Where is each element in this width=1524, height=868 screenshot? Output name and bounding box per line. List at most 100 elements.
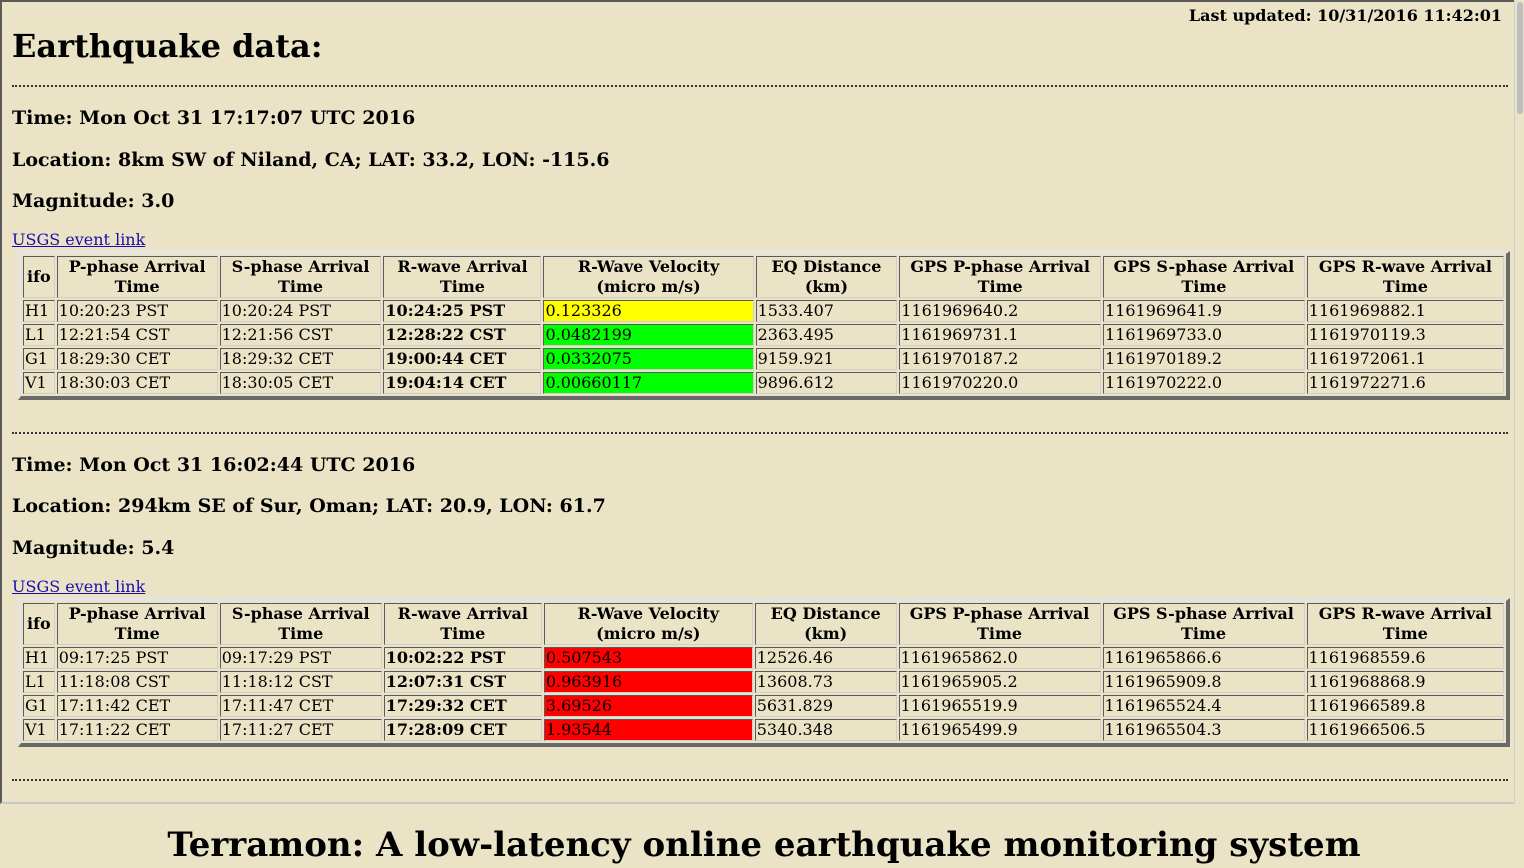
p-phase-cell: 18:29:30 CET [56,348,218,370]
gps-s-phase-cell: 1161965866.6 [1102,647,1305,669]
p-phase-cell: 17:11:42 CET [56,695,218,717]
r-wave-cell: 19:04:14 CET [383,372,542,394]
ifo-cell: H1 [23,300,55,322]
gps-r-wave-cell: 1161968559.6 [1306,647,1504,669]
gps-s-phase-cell: 1161970189.2 [1103,348,1305,370]
gps-p-phase-cell: 1161965862.0 [898,647,1101,669]
gps-r-wave-cell: 1161972271.6 [1306,372,1504,394]
eq-distance-cell: 13608.73 [754,671,897,693]
column-header-gps-p-phase: GPS P-phase Arrival Time [898,603,1101,645]
column-header-eq-distance: EQ Distance (km) [755,256,898,298]
p-phase-cell: 10:20:23 PST [56,300,218,322]
divider [12,432,1508,434]
r-wave-cell: 17:28:09 CET [383,719,542,741]
p-phase-cell: 11:18:08 CST [56,671,218,693]
r-wave-velocity-cell: 0.0482199 [543,324,754,346]
r-wave-velocity-cell: 0.0332075 [543,348,754,370]
gps-r-wave-cell: 1161966589.8 [1306,695,1504,717]
ifo-cell: V1 [23,372,55,394]
column-header-s-phase: S-phase Arrival Time [219,603,382,645]
gps-p-phase-cell: 1161965905.2 [898,671,1101,693]
content-frame: Last updated: 10/31/2016 11:42:01 Earthq… [0,0,1516,804]
event-time: Time: Mon Oct 31 16:02:44 UTC 2016 [12,454,416,476]
r-wave-velocity-cell: 0.00660117 [543,372,754,394]
gps-r-wave-cell: 1161969882.1 [1306,300,1504,322]
usgs-event-link[interactable]: USGS event link [12,230,145,250]
eq-distance-cell: 9896.612 [755,372,898,394]
vertical-scrollbar[interactable] [1514,0,1524,804]
eq-distance-cell: 12526.46 [754,647,897,669]
r-wave-cell: 19:00:44 CET [383,348,542,370]
gps-s-phase-cell: 1161965504.3 [1102,719,1305,741]
gps-s-phase-cell: 1161969641.9 [1103,300,1305,322]
column-header-r-wave-velocity: R-Wave Velocity (micro m/s) [543,603,753,645]
p-phase-cell: 09:17:25 PST [56,647,218,669]
table-row: H1 09:17:25 PST 09:17:29 PST 10:02:22 PST 0.… [23,647,1504,669]
gps-p-phase-cell: 1161970187.2 [899,348,1102,370]
column-header-ifo: ifo [23,256,55,298]
divider [12,85,1508,87]
gps-s-phase-cell: 1161969733.0 [1103,324,1305,346]
column-header-r-wave: R-wave Arrival Time [383,603,542,645]
scrollbar-thumb[interactable] [1517,2,1523,114]
eq-distance-cell: 1533.407 [755,300,898,322]
s-phase-cell: 11:18:12 CST [219,671,382,693]
gps-p-phase-cell: 1161965499.9 [898,719,1101,741]
gps-p-phase-cell: 1161970220.0 [899,372,1102,394]
p-phase-cell: 18:30:03 CET [56,372,218,394]
table-row: L1 11:18:08 CST 11:18:12 CST 12:07:31 CST 0.… [23,671,1504,693]
gps-s-phase-cell: 1161970222.0 [1103,372,1305,394]
r-wave-velocity-cell: 0.507543 [543,647,753,669]
gps-r-wave-cell: 1161972061.1 [1306,348,1504,370]
column-header-r-wave-velocity: R-Wave Velocity (micro m/s) [543,256,754,298]
ifo-cell: V1 [23,719,55,741]
ifo-cell: L1 [23,324,55,346]
r-wave-velocity-cell: 0.123326 [543,300,754,322]
column-header-gps-s-phase: GPS S-phase Arrival Time [1103,256,1305,298]
r-wave-cell: 10:02:22 PST [383,647,542,669]
r-wave-velocity-cell: 0.963916 [543,671,753,693]
r-wave-cell: 12:07:31 CST [383,671,542,693]
column-header-p-phase: P-phase Arrival Time [56,256,218,298]
r-wave-velocity-cell: 1.93544 [543,719,753,741]
eq-distance-cell: 9159.921 [755,348,898,370]
gps-s-phase-cell: 1161965909.8 [1102,671,1305,693]
table-row: G1 18:29:30 CET 18:29:32 CET 19:00:44 CET 0.… [23,348,1504,370]
eq-distance-cell: 5631.829 [754,695,897,717]
p-phase-cell: 12:21:54 CST [56,324,218,346]
s-phase-cell: 18:30:05 CET [219,372,382,394]
event-data-table: ifo P-phase Arrival Time S-phase Arrival T… [18,598,1510,747]
event-data-table: ifo P-phase Arrival Time S-phase Arrival T… [18,251,1510,400]
column-header-gps-r-wave: GPS R-wave Arrival Time [1306,603,1504,645]
gps-r-wave-cell: 1161966506.5 [1306,719,1504,741]
event-location: Location: 294km SE of Sur, Oman; LAT: 20… [12,495,606,517]
gps-r-wave-cell: 1161968868.9 [1306,671,1504,693]
s-phase-cell: 17:11:27 CET [219,719,382,741]
table-row: H1 10:20:23 PST 10:20:24 PST 10:24:25 PST 0.… [23,300,1504,322]
eq-distance-cell: 2363.495 [755,324,898,346]
ifo-cell: G1 [23,348,55,370]
p-phase-cell: 17:11:22 CET [56,719,218,741]
s-phase-cell: 17:11:47 CET [219,695,382,717]
event-magnitude: Magnitude: 5.4 [12,537,175,559]
divider [12,779,1508,781]
gps-s-phase-cell: 1161965524.4 [1102,695,1305,717]
event-time: Time: Mon Oct 31 17:17:07 UTC 2016 [12,107,416,129]
ifo-cell: G1 [23,695,55,717]
column-header-gps-p-phase: GPS P-phase Arrival Time [899,256,1102,298]
ifo-cell: L1 [23,671,55,693]
s-phase-cell: 12:21:56 CST [219,324,382,346]
column-header-ifo: ifo [23,603,55,645]
eq-distance-cell: 5340.348 [754,719,897,741]
last-updated: Last updated: 10/31/2016 11:42:01 [1188,6,1502,25]
footer-title: Terramon: A low-latency online earthquak… [167,825,1361,865]
usgs-event-link[interactable]: USGS event link [12,577,145,597]
column-header-p-phase: P-phase Arrival Time [56,603,218,645]
gps-p-phase-cell: 1161969731.1 [899,324,1102,346]
gps-p-phase-cell: 1161965519.9 [898,695,1101,717]
column-header-eq-distance: EQ Distance (km) [754,603,897,645]
gps-r-wave-cell: 1161970119.3 [1306,324,1504,346]
r-wave-cell: 12:28:22 CST [383,324,542,346]
gps-p-phase-cell: 1161969640.2 [899,300,1102,322]
r-wave-cell: 10:24:25 PST [383,300,542,322]
